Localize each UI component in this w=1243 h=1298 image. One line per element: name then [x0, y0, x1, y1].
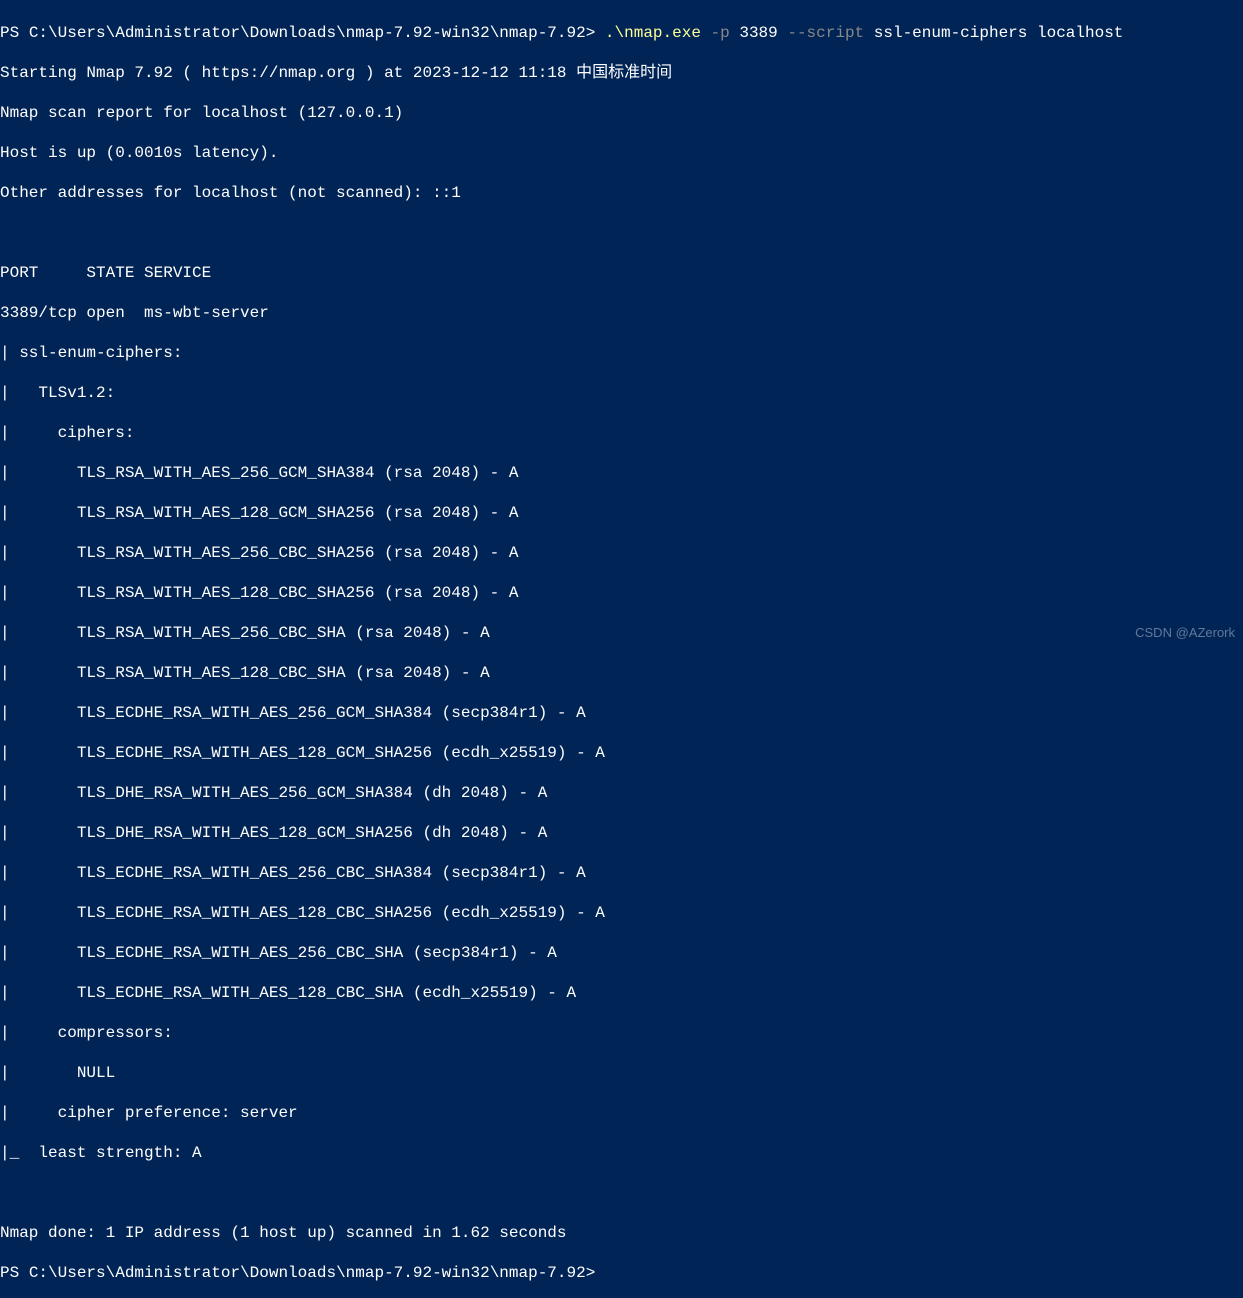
cmd-flag-script: --script	[787, 24, 864, 42]
output-line: | TLS_ECDHE_RSA_WITH_AES_128_GCM_SHA256 …	[0, 743, 1243, 763]
output-line: | TLSv1.2:	[0, 383, 1243, 403]
cmd-port: 3389	[730, 24, 788, 42]
command-line: PS C:\Users\Administrator\Downloads\nmap…	[0, 23, 1243, 43]
watermark: CSDN @AZerork	[1135, 623, 1235, 643]
output-line: | TLS_RSA_WITH_AES_256_CBC_SHA (rsa 2048…	[0, 623, 1243, 643]
output-line: | TLS_RSA_WITH_AES_256_GCM_SHA384 (rsa 2…	[0, 463, 1243, 483]
output-line: | TLS_RSA_WITH_AES_128_CBC_SHA (rsa 2048…	[0, 663, 1243, 683]
cmd-executable: .\nmap.exe	[605, 24, 701, 42]
prompt-prefix: PS	[0, 24, 29, 42]
output-line: Host is up (0.0010s latency).	[0, 143, 1243, 163]
prompt-path: C:\Users\Administrator\Downloads\nmap-7.…	[29, 24, 586, 42]
output-line: | TLS_ECDHE_RSA_WITH_AES_256_CBC_SHA (se…	[0, 943, 1243, 963]
output-line: | TLS_RSA_WITH_AES_256_CBC_SHA256 (rsa 2…	[0, 543, 1243, 563]
output-line: | compressors:	[0, 1023, 1243, 1043]
output-line: | TLS_DHE_RSA_WITH_AES_128_GCM_SHA256 (d…	[0, 823, 1243, 843]
prompt-suffix: >	[586, 1264, 605, 1282]
output-line: | cipher preference: server	[0, 1103, 1243, 1123]
output-line: | TLS_RSA_WITH_AES_128_CBC_SHA256 (rsa 2…	[0, 583, 1243, 603]
prompt-prefix: PS	[0, 1264, 29, 1282]
output-line: | TLS_ECDHE_RSA_WITH_AES_256_GCM_SHA384 …	[0, 703, 1243, 723]
output-line: Starting Nmap 7.92 ( https://nmap.org ) …	[0, 63, 1243, 83]
cmd-flag-p: -p	[701, 24, 730, 42]
output-line: | ssl-enum-ciphers:	[0, 343, 1243, 363]
output-line	[0, 223, 1243, 243]
prompt-line[interactable]: PS C:\Users\Administrator\Downloads\nmap…	[0, 1263, 1243, 1283]
cmd-script-args: ssl-enum-ciphers localhost	[864, 24, 1123, 42]
prompt-suffix: >	[586, 24, 605, 42]
output-line: Other addresses for localhost (not scann…	[0, 183, 1243, 203]
terminal-output[interactable]: PS C:\Users\Administrator\Downloads\nmap…	[0, 3, 1243, 1298]
output-line: Nmap done: 1 IP address (1 host up) scan…	[0, 1223, 1243, 1243]
output-line: 3389/tcp open ms-wbt-server	[0, 303, 1243, 323]
prompt-path: C:\Users\Administrator\Downloads\nmap-7.…	[29, 1264, 586, 1282]
output-line: |_ least strength: A	[0, 1143, 1243, 1163]
output-line: | TLS_RSA_WITH_AES_128_GCM_SHA256 (rsa 2…	[0, 503, 1243, 523]
output-line: | TLS_ECDHE_RSA_WITH_AES_128_CBC_SHA256 …	[0, 903, 1243, 923]
output-line: Nmap scan report for localhost (127.0.0.…	[0, 103, 1243, 123]
output-line	[0, 1183, 1243, 1203]
output-line: | TLS_ECDHE_RSA_WITH_AES_256_CBC_SHA384 …	[0, 863, 1243, 883]
output-line: | TLS_DHE_RSA_WITH_AES_256_GCM_SHA384 (d…	[0, 783, 1243, 803]
output-line: | TLS_ECDHE_RSA_WITH_AES_128_CBC_SHA (ec…	[0, 983, 1243, 1003]
output-line: | ciphers:	[0, 423, 1243, 443]
output-line: PORT STATE SERVICE	[0, 263, 1243, 283]
output-line: | NULL	[0, 1063, 1243, 1083]
